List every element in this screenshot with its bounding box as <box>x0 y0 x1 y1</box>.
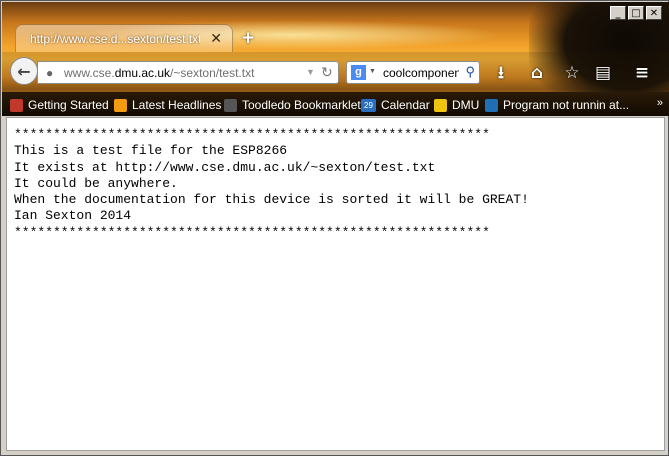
bookmark-calendar[interactable]: 29 Calendar <box>361 97 430 113</box>
bookmarklet-icon <box>224 98 237 112</box>
text-line: ****************************************… <box>14 224 490 240</box>
url-prefix: www.cse. <box>64 66 115 80</box>
url-dropdown-icon[interactable]: ▼ <box>306 67 315 77</box>
address-bar[interactable]: ● www.cse.dmu.ac.uk/~sexton/test.txt ▼ ↻ <box>37 61 339 84</box>
search-icon[interactable]: ⚲ <box>465 64 475 80</box>
search-input[interactable]: coolcomponents <box>383 66 459 80</box>
text-line: This is a test file for the ESP8266 <box>14 143 288 159</box>
reload-icon[interactable]: ↻ <box>321 64 333 81</box>
folder-icon <box>434 98 447 112</box>
calendar-icon: 29 <box>361 98 376 112</box>
tab-current[interactable]: http://www.cse.d...sexton/test.txt ✕ <box>15 24 233 52</box>
browser-window: _ □ ✕ http://www.cse.d...sexton/test.txt… <box>0 0 669 456</box>
page-content: ****************************************… <box>6 117 665 451</box>
bookmark-label: Latest Headlines <box>132 98 222 112</box>
google-icon[interactable]: g <box>351 65 366 80</box>
bookmarks-overflow-icon[interactable]: » <box>657 97 663 109</box>
menu-icon[interactable]: ≡ <box>629 61 655 85</box>
url-text: www.cse.dmu.ac.uk/~sexton/test.txt <box>64 66 254 80</box>
text-line: Ian Sexton 2014 <box>14 208 132 224</box>
text-line: ****************************************… <box>14 127 490 142</box>
bookmark-star-icon[interactable]: ☆ <box>559 61 585 85</box>
clipboard-icon[interactable]: ▤ <box>590 61 616 85</box>
text-line: It could be anywhere. <box>14 175 178 191</box>
globe-icon: ● <box>46 66 54 80</box>
back-arrow-icon: ← <box>17 61 31 81</box>
bookmark-label: Toodledo Bookmarklet <box>242 98 361 112</box>
minimize-button[interactable]: _ <box>610 6 626 20</box>
tab-title: http://www.cse.d...sexton/test.txt <box>30 32 200 46</box>
firefox-icon <box>10 98 23 112</box>
maximize-button[interactable]: □ <box>628 6 644 20</box>
download-icon[interactable]: ⭳ <box>488 61 514 85</box>
bookmark-dmu[interactable]: DMU <box>434 97 479 113</box>
bookmark-label: DMU <box>452 98 480 112</box>
bookmark-label: Getting Started <box>28 98 109 112</box>
url-path: /~sexton/test.txt <box>170 66 255 80</box>
bookmark-toodledo[interactable]: Toodledo Bookmarklet <box>224 97 361 113</box>
rss-icon <box>114 98 127 112</box>
search-box[interactable]: g ▼ coolcomponents ⚲ <box>346 61 480 84</box>
bookmark-label: Calendar <box>381 98 430 112</box>
text-file-content: ****************************************… <box>14 127 529 241</box>
page-icon <box>485 98 498 112</box>
back-button[interactable]: ← <box>10 57 38 85</box>
bookmark-program[interactable]: Program not runnin at... <box>485 97 629 113</box>
tab-close-icon[interactable]: ✕ <box>210 30 222 47</box>
window-controls: _ □ ✕ <box>610 6 662 20</box>
text-line: It exists at http://www.cse.dmu.ac.uk/~s… <box>14 159 436 175</box>
bookmark-getting-started[interactable]: Getting Started <box>10 97 109 113</box>
text-line: When the documentation for this device i… <box>14 192 529 208</box>
new-tab-button[interactable]: + <box>241 28 255 48</box>
url-domain: dmu.ac.uk <box>114 66 171 80</box>
search-engine-dropdown-icon[interactable]: ▼ <box>369 68 376 75</box>
close-button[interactable]: ✕ <box>646 6 662 20</box>
bookmark-label: Program not runnin at... <box>503 98 630 112</box>
bookmarks-toolbar: Getting Started Latest Headlines Toodled… <box>2 92 669 116</box>
bookmark-latest-headlines[interactable]: Latest Headlines <box>114 97 221 113</box>
home-icon[interactable]: ⌂ <box>524 61 550 85</box>
